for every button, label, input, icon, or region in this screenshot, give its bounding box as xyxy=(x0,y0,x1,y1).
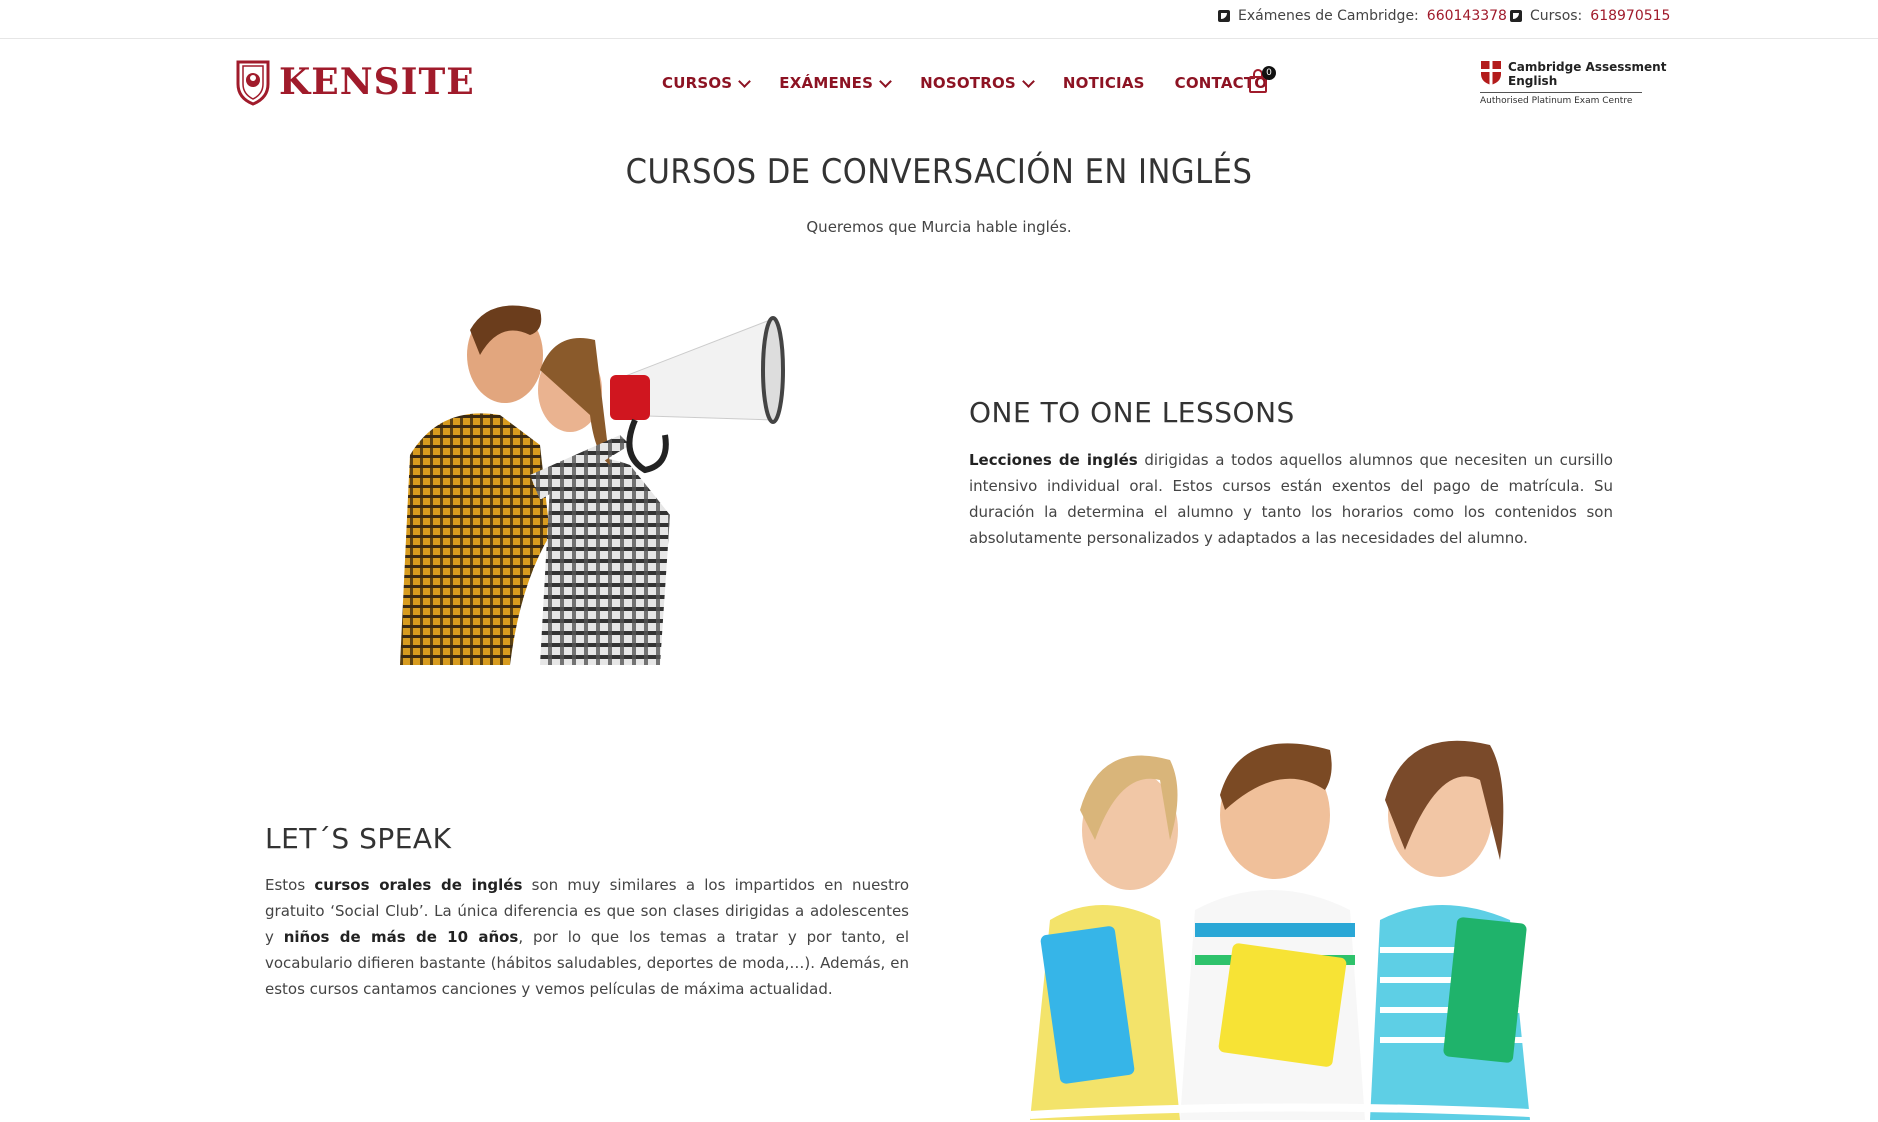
courses-contact: Cursos: 618970515 xyxy=(1510,8,1670,24)
nav-label: NOTICIAS xyxy=(1062,74,1145,92)
nav-item-noticias[interactable]: NOTICIAS xyxy=(1063,74,1145,92)
chevron-down-icon xyxy=(1022,74,1035,88)
main-navigation: CURSOS EXÁMENES NOSOTROS NOTICIAS CONTAC… xyxy=(662,74,1297,92)
cart-count-badge: 0 xyxy=(1262,66,1276,80)
nav-item-cursos[interactable]: CURSOS xyxy=(662,74,752,92)
shield-lion-icon xyxy=(236,60,270,106)
cambridge-line1: Cambridge Assessment xyxy=(1508,60,1667,74)
text-bold: cursos orales de inglés xyxy=(314,876,523,894)
top-contact-bar: Exámenes de Cambridge: 660143378 Cursos:… xyxy=(0,0,1878,39)
chevron-down-icon xyxy=(738,74,752,88)
kensite-logo[interactable]: KENSITE xyxy=(235,58,475,106)
section-title: ONE TO ONE LESSONS xyxy=(969,396,1295,429)
divider xyxy=(1480,92,1642,93)
logo-text: KENSITE xyxy=(279,61,475,103)
nav-label: EXÁMENES xyxy=(779,74,874,92)
cambridge-exams-label: Exámenes de Cambridge: xyxy=(1238,8,1419,24)
cambridge-title: Cambridge Assessment English xyxy=(1508,60,1666,88)
section-title: LET´S SPEAK xyxy=(265,822,452,855)
section-body: Estos cursos orales de inglés son muy si… xyxy=(265,872,909,1002)
page-subtitle: Queremos que Murcia hable inglés. xyxy=(806,218,1072,236)
nav-label: CURSOS xyxy=(662,74,733,92)
nav-item-examenes[interactable]: EXÁMENES xyxy=(779,74,892,92)
text-run: Estos xyxy=(265,876,315,894)
nav-label: NOSOTROS xyxy=(920,74,1016,92)
section-bold-intro: Lecciones de inglés xyxy=(969,451,1138,469)
courses-phone-link[interactable]: 618970515 xyxy=(1590,8,1670,24)
page-title: CURSOS DE CONVERSACIÓN EN INGLÉS xyxy=(625,152,1253,192)
phone-icon xyxy=(1218,10,1230,22)
chevron-down-icon xyxy=(879,74,892,88)
cambridge-crest-icon xyxy=(1481,61,1501,85)
section-body: Lecciones de inglés dirigidas a todos aq… xyxy=(969,447,1613,551)
cambridge-tagline: Authorised Platinum Exam Centre xyxy=(1480,96,1633,106)
phone-icon xyxy=(1510,10,1522,22)
site-header: KENSITE CURSOS EXÁMENES NOSOTROS NOTICIA… xyxy=(0,40,1878,130)
text-bold: niños de más de 10 años xyxy=(283,928,519,946)
cart-button[interactable]: 0 xyxy=(1248,66,1276,96)
nav-item-nosotros[interactable]: NOSOTROS xyxy=(920,74,1035,92)
children-books-image xyxy=(1029,740,1571,1120)
cambridge-exams-contact: Exámenes de Cambridge: 660143378 xyxy=(1218,8,1507,24)
courses-label: Cursos: xyxy=(1530,8,1583,24)
cambridge-exams-phone-link[interactable]: 660143378 xyxy=(1427,8,1507,24)
couple-megaphone-image xyxy=(400,305,785,665)
cambridge-line2: English xyxy=(1508,74,1558,88)
